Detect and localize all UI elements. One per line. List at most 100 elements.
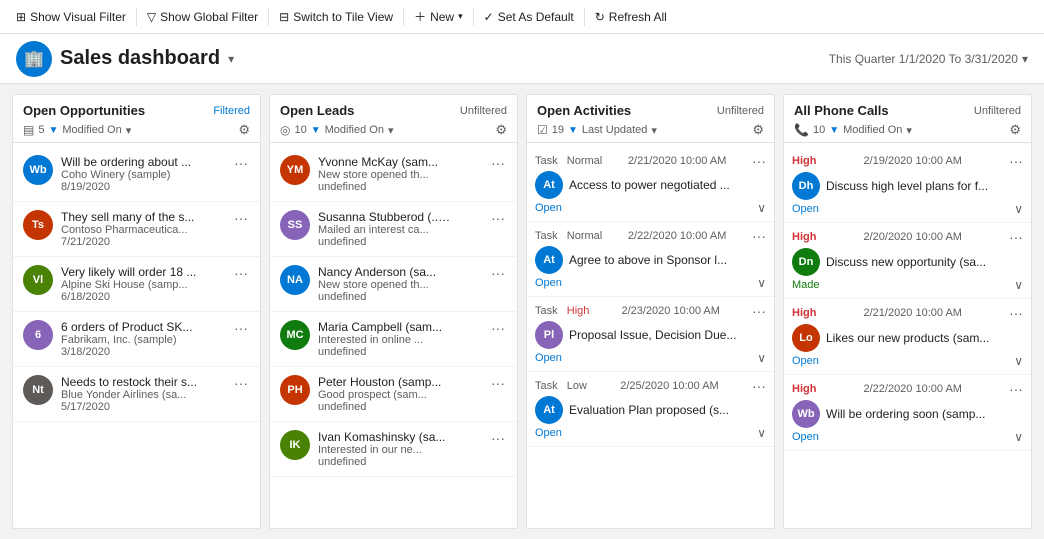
- activity-status[interactable]: Open: [535, 352, 562, 364]
- card-content: Needs to restock their s... Blue Yonder …: [61, 375, 224, 413]
- avatar: Wb: [792, 400, 820, 428]
- column-icon-all-phone-calls: 📞: [794, 123, 809, 137]
- avatar: NA: [280, 265, 310, 295]
- card-more-button[interactable]: ···: [489, 265, 507, 281]
- list-item[interactable]: IK Ivan Komashinsky (sa... Interested in…: [270, 422, 517, 477]
- column-settings-open-leads[interactable]: ⚙: [495, 122, 507, 138]
- card-more-button[interactable]: ···: [232, 210, 250, 226]
- call-more-button[interactable]: ···: [1009, 229, 1023, 245]
- call-status[interactable]: Open: [792, 355, 819, 367]
- card-more-button[interactable]: ···: [232, 375, 250, 391]
- avatar: IK: [280, 430, 310, 460]
- list-item[interactable]: Task Normal 2/22/2020 10:00 AM ··· At Ag…: [527, 222, 774, 297]
- call-status[interactable]: Made: [792, 279, 820, 291]
- column-title-open-opportunities: Open Opportunities: [23, 103, 145, 118]
- call-more-button[interactable]: ···: [1009, 381, 1023, 397]
- expand-icon[interactable]: ∨: [757, 276, 766, 290]
- card-more-button[interactable]: ···: [232, 265, 250, 281]
- list-item[interactable]: MC Maria Campbell (sam... Interested in …: [270, 312, 517, 367]
- card-more-button[interactable]: ···: [489, 155, 507, 171]
- activity-status[interactable]: Open: [535, 202, 562, 214]
- list-item[interactable]: PH Peter Houston (samp... Good prospect …: [270, 367, 517, 422]
- activity-status[interactable]: Open: [535, 427, 562, 439]
- list-item[interactable]: High 2/20/2020 10:00 AM ··· Dn Discuss n…: [784, 223, 1031, 299]
- card-subtitle: Good prospect (sam...: [318, 389, 481, 401]
- card-date: 8/19/2020: [61, 181, 224, 193]
- sort-arrow-open-opportunities[interactable]: ▼: [48, 125, 58, 136]
- list-item[interactable]: High 2/19/2020 10:00 AM ··· Dh Discuss h…: [784, 147, 1031, 223]
- set-as-default-label: Set As Default: [498, 10, 574, 24]
- call-more-button[interactable]: ···: [1009, 305, 1023, 321]
- column-settings-open-opportunities[interactable]: ⚙: [238, 122, 250, 138]
- list-item[interactable]: Vl Very likely will order 18 ... Alpine …: [13, 257, 260, 312]
- expand-icon[interactable]: ∨: [1014, 202, 1023, 216]
- set-as-default-button[interactable]: ✓ Set As Default: [476, 6, 582, 28]
- list-item[interactable]: High 2/21/2020 10:00 AM ··· Lo Likes our…: [784, 299, 1031, 375]
- sort-caret-open-activities[interactable]: ▾: [651, 124, 657, 137]
- list-item[interactable]: Task Low 2/25/2020 10:00 AM ··· At Evalu…: [527, 372, 774, 447]
- expand-icon[interactable]: ∨: [757, 426, 766, 440]
- list-item[interactable]: Nt Needs to restock their s... Blue Yond…: [13, 367, 260, 422]
- title-dropdown-icon[interactable]: ▾: [228, 52, 234, 66]
- sort-caret-open-opportunities[interactable]: ▾: [126, 124, 132, 137]
- list-item[interactable]: YM Yvonne McKay (sam... New store opened…: [270, 147, 517, 202]
- refresh-all-button[interactable]: ↻ Refresh All: [587, 6, 675, 28]
- show-global-filter-button[interactable]: ▽ Show Global Filter: [139, 6, 266, 28]
- column-open-activities: Open Activities Unfiltered ☑ 19 ▼ Last U…: [526, 94, 775, 529]
- column-filter-open-leads: Unfiltered: [460, 105, 507, 117]
- card-content: Yvonne McKay (sam... New store opened th…: [318, 155, 481, 193]
- show-visual-filter-button[interactable]: ⊞ Show Visual Filter: [8, 6, 134, 28]
- expand-icon[interactable]: ∨: [757, 201, 766, 215]
- list-item[interactable]: NA Nancy Anderson (sa... New store opene…: [270, 257, 517, 312]
- call-datetime: 2/19/2020 10:00 AM: [863, 155, 961, 167]
- call-status[interactable]: Open: [792, 431, 819, 443]
- activity-more-button[interactable]: ···: [752, 153, 766, 169]
- call-more-button[interactable]: ···: [1009, 153, 1023, 169]
- page-title: Sales dashboard: [60, 47, 220, 70]
- period-selector[interactable]: This Quarter 1/1/2020 To 3/31/2020 ▾: [829, 52, 1028, 66]
- activity-status[interactable]: Open: [535, 277, 562, 289]
- sort-caret-open-leads[interactable]: ▾: [388, 124, 394, 137]
- activity-datetime: 2/22/2020 10:00 AM: [628, 230, 726, 242]
- column-count-open-activities: 19: [552, 124, 564, 136]
- card-date: 7/21/2020: [61, 236, 224, 248]
- card-title: Nancy Anderson (sa...: [318, 265, 481, 279]
- expand-icon[interactable]: ∨: [1014, 354, 1023, 368]
- card-title: They sell many of the s...: [61, 210, 224, 224]
- avatar: PH: [280, 375, 310, 405]
- card-more-button[interactable]: ···: [489, 320, 507, 336]
- column-settings-open-activities[interactable]: ⚙: [752, 122, 764, 138]
- list-item[interactable]: SS Susanna Stubberod (..… Mailed an inte…: [270, 202, 517, 257]
- call-status[interactable]: Open: [792, 203, 819, 215]
- list-item[interactable]: High 2/22/2020 10:00 AM ··· Wb Will be o…: [784, 375, 1031, 451]
- list-item[interactable]: Ts They sell many of the s... Contoso Ph…: [13, 202, 260, 257]
- expand-icon[interactable]: ∨: [1014, 430, 1023, 444]
- sort-arrow-open-activities[interactable]: ▼: [568, 125, 578, 136]
- switch-tile-view-button[interactable]: ⊟ Switch to Tile View: [271, 6, 401, 28]
- card-more-button[interactable]: ···: [232, 155, 250, 171]
- new-button[interactable]: ＋ New ▾: [406, 4, 471, 29]
- card-more-button[interactable]: ···: [232, 320, 250, 336]
- card-more-button[interactable]: ···: [489, 430, 507, 446]
- activity-more-button[interactable]: ···: [752, 303, 766, 319]
- list-item[interactable]: Wb Will be ordering about ... Coho Winer…: [13, 147, 260, 202]
- call-datetime: 2/21/2020 10:00 AM: [863, 307, 961, 319]
- list-item[interactable]: Task High 2/23/2020 10:00 AM ··· Pl Prop…: [527, 297, 774, 372]
- activity-type: Task High: [535, 305, 589, 317]
- column-settings-all-phone-calls[interactable]: ⚙: [1009, 122, 1021, 138]
- activity-title: Evaluation Plan proposed (s...: [569, 403, 766, 417]
- activity-more-button[interactable]: ···: [752, 228, 766, 244]
- list-item[interactable]: Task Normal 2/21/2020 10:00 AM ··· At Ac…: [527, 147, 774, 222]
- sort-arrow-open-leads[interactable]: ▼: [311, 125, 321, 136]
- refresh-icon: ↻: [595, 10, 605, 24]
- expand-icon[interactable]: ∨: [1014, 278, 1023, 292]
- expand-icon[interactable]: ∨: [757, 351, 766, 365]
- avatar: YM: [280, 155, 310, 185]
- column-title-all-phone-calls: All Phone Calls: [794, 103, 889, 118]
- list-item[interactable]: 6 6 orders of Product SK... Fabrikam, In…: [13, 312, 260, 367]
- sort-arrow-all-phone-calls[interactable]: ▼: [829, 125, 839, 136]
- card-more-button[interactable]: ···: [489, 210, 507, 226]
- sort-caret-all-phone-calls[interactable]: ▾: [906, 124, 912, 137]
- activity-more-button[interactable]: ···: [752, 378, 766, 394]
- card-more-button[interactable]: ···: [489, 375, 507, 391]
